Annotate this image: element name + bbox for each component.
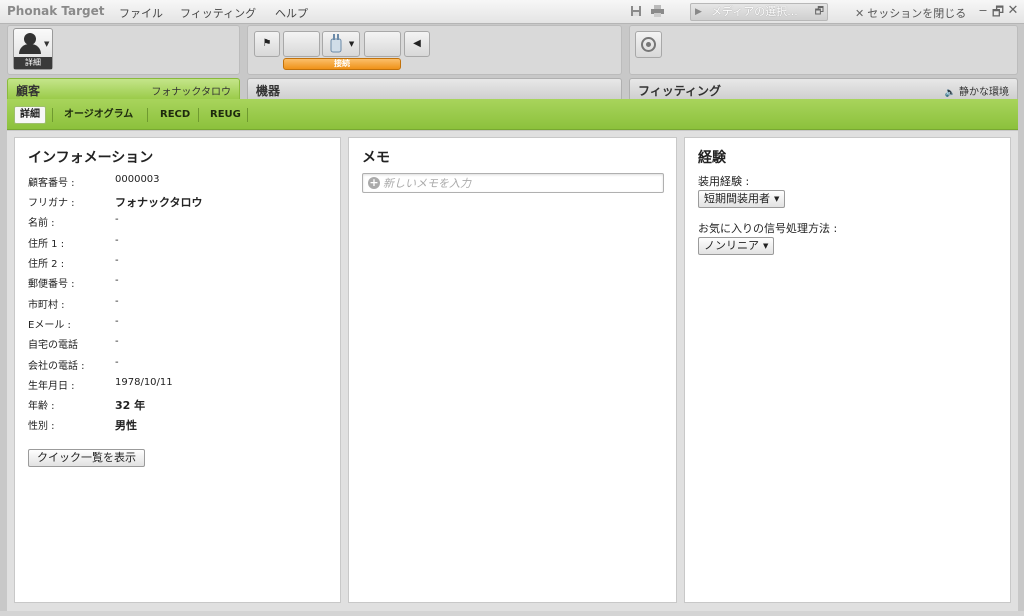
information-title: インフォメーション: [28, 150, 154, 166]
app-title: Phonak Target: [7, 4, 105, 18]
client-details-label: 詳細: [14, 57, 52, 69]
info-value: -: [115, 275, 119, 286]
info-label: 生年月日 :: [28, 381, 75, 392]
info-label: 住所 2 :: [28, 259, 65, 270]
info-label: 顧客番号 :: [28, 178, 75, 189]
window-close-icon[interactable]: ✕: [1006, 3, 1020, 18]
tab-client-label: 顧客: [16, 84, 41, 98]
interface-selector-button[interactable]: ▼: [322, 31, 360, 57]
info-label: 自宅の電話: [28, 340, 78, 351]
close-session-label: セッションを閉じる: [867, 7, 967, 20]
info-label: 年齢 :: [28, 401, 55, 412]
usage-experience-value: 短期間装用者: [704, 192, 770, 205]
info-value: -: [115, 336, 119, 347]
client-name: フォナックタロウ: [151, 87, 231, 98]
info-value: 32 年: [115, 399, 146, 412]
chevron-down-icon: ▼: [774, 195, 780, 203]
environment-indicator: 🔈 静かな環境: [945, 83, 1009, 98]
status-strip: [0, 611, 1024, 616]
information-panel: インフォメーション 顧客番号 : 0000003 フリガナ : フォナックタロウ 名…: [14, 137, 341, 603]
speaker-icon: ◀: [413, 38, 421, 49]
info-label: 会社の電話 :: [28, 361, 85, 372]
left-ear-button[interactable]: ⚑: [254, 31, 280, 57]
minimize-icon[interactable]: ‒: [976, 3, 990, 18]
target-button[interactable]: [635, 31, 662, 58]
usage-experience-select[interactable]: 短期間装用者 ▼: [698, 190, 786, 208]
info-value: -: [115, 357, 119, 368]
subnav-recd[interactable]: RECD: [160, 106, 190, 124]
hearing-device-icon: [328, 34, 349, 53]
close-icon: ✕: [855, 7, 865, 20]
info-value: -: [115, 214, 119, 225]
info-label: 市町村 :: [28, 300, 65, 311]
play-icon: ▶: [695, 7, 702, 17]
experience-panel: 経験 装用経験 : 短期間装用者 ▼ お気に入りの信号処理方法 : ノンリニア ▼: [684, 137, 1011, 603]
info-value: -: [115, 255, 119, 266]
chevron-down-icon: ▼: [348, 40, 355, 48]
close-session-button[interactable]: ✕ セッションを閉じる: [855, 5, 966, 21]
info-label: 郵便番号 :: [28, 279, 75, 290]
right-ear-button[interactable]: ◀: [404, 31, 430, 57]
subnav-bar: 詳細 オージオグラム RECD REUG: [7, 99, 1018, 130]
connect-button[interactable]: 接続: [283, 58, 401, 70]
restore-icon[interactable]: 🗗: [991, 3, 1005, 25]
flag-left-icon: ⚑: [262, 38, 272, 49]
menu-fitting[interactable]: フィッティング: [180, 5, 256, 21]
info-label: 性別 :: [28, 421, 55, 432]
chevron-down-icon: ▼: [44, 40, 50, 48]
add-icon[interactable]: +: [368, 177, 380, 189]
new-memo-field[interactable]: +: [362, 173, 664, 193]
tab-devices[interactable]: 機器: [247, 78, 622, 99]
menu-file[interactable]: ファイル: [119, 5, 163, 21]
info-value: -: [115, 296, 119, 307]
info-label: 名前 :: [28, 218, 55, 229]
signal-processing-value: ノンリニア: [704, 239, 759, 252]
print-icon[interactable]: [650, 5, 664, 18]
info-value: 0000003: [115, 174, 160, 185]
signal-processing-select[interactable]: ノンリニア ▼: [698, 237, 775, 255]
info-value: 1978/10/11: [115, 377, 173, 388]
tab-fitting[interactable]: フィッティング 🔈 静かな環境: [629, 78, 1018, 99]
fitting-toolbar-panel: [629, 25, 1018, 75]
speaker-icon: 🔈: [944, 88, 956, 98]
info-label: Eメール :: [28, 320, 71, 331]
tab-fitting-label: フィッティング: [638, 84, 722, 98]
client-details-button[interactable]: ▼ 詳細: [13, 28, 53, 70]
left-device-slot[interactable]: [283, 31, 320, 57]
right-device-slot[interactable]: [364, 31, 401, 57]
chevron-down-icon: ▼: [763, 242, 769, 250]
media-select-dropdown[interactable]: ▶ メディアの選択... 🗗: [690, 3, 828, 21]
window-icon: 🗗: [814, 6, 824, 17]
subnav-audiogram[interactable]: オージオグラム: [64, 106, 133, 124]
memo-panel: メモ +: [348, 137, 677, 603]
quick-view-button[interactable]: クイック一覧を表示: [28, 449, 145, 467]
usage-experience-label: 装用経験 :: [698, 175, 750, 188]
tab-devices-label: 機器: [256, 84, 281, 98]
experience-title: 経験: [698, 150, 726, 166]
menu-help[interactable]: ヘルプ: [275, 5, 308, 21]
media-select-label: メディアの選択...: [711, 5, 798, 18]
signal-processing-label: お気に入りの信号処理方法 :: [698, 222, 838, 235]
subnav-details[interactable]: 詳細: [14, 106, 46, 124]
tab-client[interactable]: 顧客 フォナックタロウ: [7, 78, 240, 99]
info-value: -: [115, 316, 119, 327]
new-memo-input[interactable]: [383, 176, 658, 191]
subnav-reug[interactable]: REUG: [210, 106, 241, 124]
info-value: フォナックタロウ: [115, 196, 203, 209]
info-value: -: [115, 235, 119, 246]
info-value: 男性: [115, 419, 137, 432]
info-label: 住所 1 :: [28, 239, 65, 250]
memo-title: メモ: [362, 150, 390, 166]
title-bar: Phonak Target ファイル フィッティング ヘルプ ▶ メディアの選択…: [0, 0, 1024, 24]
environment-label: 静かな環境: [959, 87, 1009, 98]
info-label: フリガナ :: [28, 198, 75, 209]
save-icon[interactable]: [629, 5, 643, 18]
